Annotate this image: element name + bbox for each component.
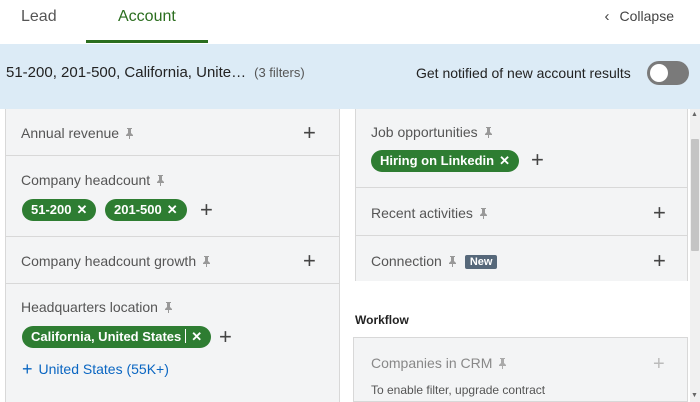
recent-activities-label: Recent activities [371, 205, 473, 221]
annual-revenue-label: Annual revenue [21, 125, 120, 141]
filter-annual-revenue[interactable]: Annual revenue + [6, 109, 339, 156]
hq-location-label: Headquarters location [21, 299, 158, 315]
filter-label: Annual revenue [21, 125, 134, 141]
chip-label: Hiring on Linkedin [380, 153, 495, 168]
chip-label: 51-200 [31, 202, 72, 217]
filter-label: Company headcount growth [21, 253, 211, 269]
filter-label: Recent activities [371, 205, 488, 221]
filter-company-headcount: Company headcount 51-200 ✕ 201-500 ✕ + [6, 156, 339, 237]
filter-count: (3 filters) [254, 65, 305, 80]
chip-divider [185, 329, 187, 343]
active-tab-indicator [86, 40, 208, 43]
notify-label: Get notified of new account results [416, 65, 631, 81]
filter-label: Connection New [371, 253, 498, 269]
connection-label: Connection [371, 253, 442, 269]
add-headcount-button[interactable]: + [200, 199, 213, 221]
close-icon[interactable]: ✕ [76, 202, 87, 217]
pin-icon[interactable] [164, 302, 173, 313]
close-icon[interactable]: ✕ [167, 202, 178, 217]
tab-lead[interactable]: Lead [21, 8, 57, 26]
scroll-thumb[interactable] [691, 139, 699, 251]
job-opportunities-label: Job opportunities [371, 124, 478, 140]
add-recent-activities-button[interactable]: + [653, 202, 666, 224]
pin-icon[interactable] [448, 256, 457, 267]
filter-label: Companies in CRM [371, 355, 507, 371]
tab-account[interactable]: Account [118, 8, 176, 26]
pin-icon[interactable] [484, 127, 493, 138]
add-headcount-growth-button[interactable]: + [303, 250, 316, 272]
suggested-location[interactable]: + United States (55K+) [22, 359, 169, 380]
headcount-growth-label: Company headcount growth [21, 253, 197, 269]
filter-label: Company headcount [21, 172, 165, 188]
chip-hiring-on-linkedin[interactable]: Hiring on Linkedin ✕ [371, 150, 520, 172]
close-icon[interactable]: ✕ [191, 329, 202, 344]
add-hq-location-button[interactable]: + [219, 326, 232, 348]
scroll-up-icon[interactable]: ▲ [691, 111, 698, 118]
new-badge: New [464, 255, 498, 269]
crm-label: Companies in CRM [371, 355, 493, 371]
filter-summary[interactable]: 51-200, 201-500, California, Unite… (3 fi… [6, 64, 305, 81]
filter-companies-in-crm: Companies in CRM + To enable filter, upg… [353, 337, 688, 402]
filter-job-opportunities: Job opportunities Hiring on Linkedin ✕ + [356, 109, 687, 188]
pin-icon[interactable] [125, 128, 134, 139]
tab-bar: Lead Account ‹ Collapse [0, 0, 700, 44]
add-crm-button: + [653, 353, 665, 375]
workflow-heading: Workflow [355, 313, 409, 327]
filter-headcount-growth[interactable]: Company headcount growth + [6, 237, 339, 284]
add-annual-revenue-button[interactable]: + [303, 122, 316, 144]
chip-label: 201-500 [114, 202, 162, 217]
pin-icon [499, 358, 507, 369]
filter-headquarters-location: Headquarters location California, United… [6, 284, 339, 402]
add-connection-button[interactable]: + [653, 250, 666, 272]
toggle-knob [650, 64, 668, 82]
chip-label: California, United States [31, 329, 182, 344]
notify-toggle[interactable] [647, 61, 689, 85]
filter-connection[interactable]: Connection New + [356, 236, 687, 281]
collapse-label: Collapse [619, 8, 674, 24]
filter-column-right: Job opportunities Hiring on Linkedin ✕ + … [355, 109, 688, 281]
chevron-left-icon: ‹ [604, 8, 610, 25]
pin-icon[interactable] [202, 256, 211, 267]
add-job-opportunities-button[interactable]: + [531, 149, 544, 171]
chip-headcount-51-200[interactable]: 51-200 ✕ [22, 199, 97, 221]
filter-summary-bar: 51-200, 201-500, California, Unite… (3 fi… [0, 44, 700, 109]
filter-label: Headquarters location [21, 299, 173, 315]
close-icon[interactable]: ✕ [499, 153, 510, 168]
filter-label: Job opportunities [371, 124, 493, 140]
chip-hq-california[interactable]: California, United States ✕ [22, 326, 212, 348]
filter-column-left: Annual revenue + Company headcount 51-20… [5, 109, 340, 402]
pin-icon[interactable] [479, 208, 488, 219]
plus-icon: + [22, 359, 33, 379]
upgrade-note: To enable filter, upgrade contract [371, 383, 546, 397]
filter-recent-activities[interactable]: Recent activities + [356, 188, 687, 236]
filter-summary-text: 51-200, 201-500, California, Unite… [6, 64, 247, 81]
scrollbar[interactable]: ▲ ▼ [690, 109, 700, 402]
scroll-down-icon[interactable]: ▼ [691, 392, 698, 399]
collapse-button[interactable]: ‹ Collapse [605, 8, 674, 25]
chip-headcount-201-500[interactable]: 201-500 ✕ [105, 199, 187, 221]
suggestion-label: United States (55K+) [38, 361, 169, 377]
company-headcount-label: Company headcount [21, 172, 151, 188]
pin-icon[interactable] [156, 175, 165, 186]
